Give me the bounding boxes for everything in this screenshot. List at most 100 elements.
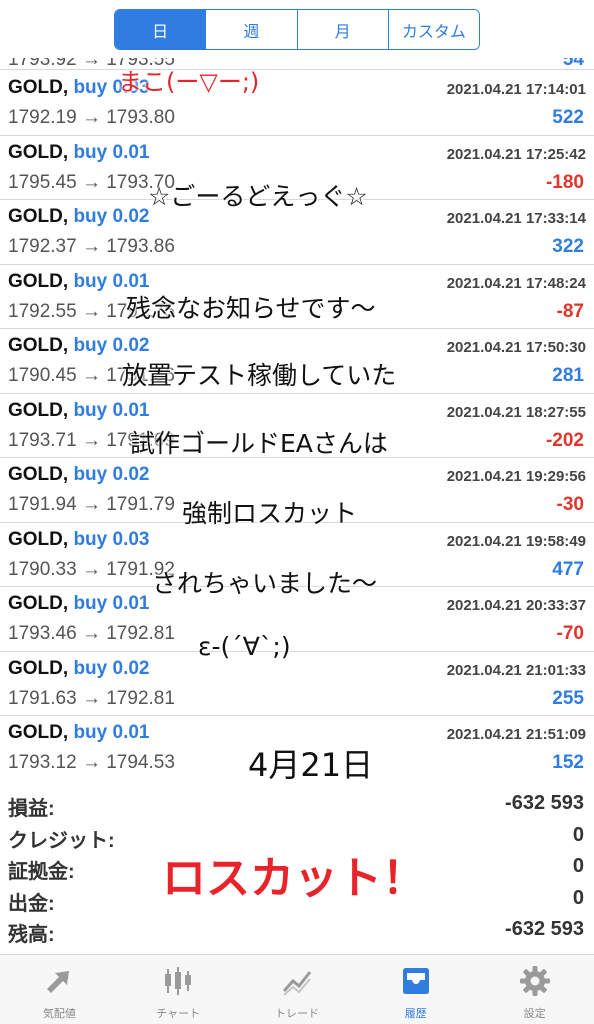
deal-title: GOLD, buy 0.01	[8, 722, 150, 744]
deal-title: GOLD, buy 0.02	[8, 658, 150, 680]
deal-symbol: GOLD,	[8, 528, 69, 550]
tab-label: 履歴	[404, 1008, 427, 1020]
deal-symbol: GOLD,	[8, 657, 69, 679]
deal-symbol: GOLD,	[8, 206, 69, 227]
tab-quotes[interactable]: 気配値	[0, 955, 119, 1024]
deal-title: GOLD, buy 0.01	[8, 142, 150, 164]
period-month-button[interactable]: 月	[297, 10, 389, 49]
summary-label: 残高:	[8, 924, 55, 946]
deal-symbol: GOLD,	[8, 270, 69, 292]
deal-time: 2021.04.21 20:33:37	[446, 597, 586, 614]
deal-title: GOLD, buy 0.01	[8, 400, 150, 422]
summary-label: 損益:	[8, 798, 55, 820]
summary-row-balance: 残高: -632 593	[0, 914, 594, 946]
handwritten-date: 4月21日	[248, 746, 374, 784]
deal-prices: 1792.19 → 1793.80	[8, 107, 175, 128]
deal-time: 2021.04.21 19:29:56	[446, 468, 586, 485]
deal-prices: 1793.12 → 1794.53	[8, 752, 175, 773]
deal-time: 2021.04.21 21:01:33	[446, 661, 586, 679]
handwritten-title: ☆ごーるどえっぐ☆	[148, 182, 368, 211]
deal-profit: -180	[545, 171, 584, 193]
deal-title: GOLD, buy 0.01	[8, 593, 150, 615]
handwritten-note: 残念なお知らせです〜	[126, 294, 376, 323]
deal-profit: -87	[556, 300, 584, 322]
deal-time: 2021.04.21 18:27:55	[446, 403, 586, 421]
deal-prices: 1790.33 → 1791.92	[8, 558, 175, 580]
handwritten-note: 放置テスト稼働していた	[122, 361, 397, 390]
period-segmented-control: 日 週 月 カスタム	[114, 9, 480, 50]
tab-settings[interactable]: 設定	[475, 955, 594, 1024]
deal-title: GOLD, buy 0.03	[8, 529, 150, 551]
deal-action: buy 0.01	[73, 141, 150, 163]
deal-time: 2021.04.21 17:50:30	[446, 339, 586, 356]
deal-action: buy 0.01	[73, 593, 150, 614]
summary-value: 0	[572, 886, 584, 909]
deal-prices: 1793.46 → 1792.81	[8, 623, 175, 644]
summary-label: クレジット:	[8, 829, 115, 852]
settings-icon	[519, 966, 550, 996]
tab-label: 設定	[523, 1008, 546, 1020]
quotes-icon	[47, 971, 70, 993]
period-header: 日 週 月 カスタム	[0, 0, 594, 58]
trade-icon	[282, 971, 312, 996]
deal-action: buy 0.01	[73, 399, 150, 421]
deal-symbol: GOLD,	[8, 593, 69, 614]
deal-symbol: GOLD,	[8, 399, 69, 421]
deal-row[interactable]: GOLD, buy 0.02 2021.04.21 21:01:33 1791.…	[0, 652, 594, 716]
deal-title: GOLD, buy 0.02	[8, 335, 150, 357]
deal-profit: -70	[556, 623, 584, 644]
deal-symbol: GOLD,	[8, 722, 69, 743]
handwritten-note: されちゃいました〜	[152, 569, 378, 598]
handwritten-note: 試作ゴールドEAさんは	[130, 429, 388, 458]
deal-prices: 1791.94 → 1791.79	[8, 494, 175, 515]
deal-profit: -30	[556, 494, 584, 515]
summary-value: -632 593	[505, 792, 584, 814]
tab-label: 気配値	[42, 1008, 76, 1020]
handwritten-emoticon: ε-(´∀`;)	[198, 632, 291, 661]
deal-action: buy 0.03	[73, 528, 150, 550]
period-week-button[interactable]: 週	[206, 10, 298, 49]
deal-time: 2021.04.21 21:51:09	[446, 726, 586, 743]
period-custom-button[interactable]: カスタム	[388, 10, 479, 49]
deal-profit: 54	[562, 58, 584, 70]
deal-profit: 522	[552, 107, 584, 128]
tab-trade[interactable]: トレード	[238, 955, 357, 1024]
chart-icon	[165, 967, 192, 995]
deal-symbol: GOLD,	[8, 335, 69, 356]
summary-value: 0	[572, 855, 584, 877]
deal-time: 2021.04.21 17:48:24	[446, 274, 586, 292]
summary-value: -632 593	[505, 918, 584, 940]
handwritten-note: 強制ロスカット	[182, 499, 358, 528]
deal-time: 2021.04.21 17:25:42	[446, 145, 586, 163]
tab-label: チャート	[156, 1008, 201, 1020]
deal-action: buy 0.02	[73, 464, 150, 485]
partial-deal-row[interactable]: 1793.92 → 1793.55 54	[0, 58, 594, 70]
tab-chart[interactable]: チャート	[119, 955, 238, 1024]
deal-profit: -202	[545, 429, 584, 451]
deal-profit: 281	[552, 365, 584, 386]
deal-symbol: GOLD,	[8, 464, 69, 485]
deal-action: buy 0.01	[73, 722, 150, 743]
deal-time: 2021.04.21 17:33:14	[446, 210, 586, 227]
deal-profit: 152	[552, 752, 584, 773]
deal-symbol: GOLD,	[8, 77, 69, 98]
summary-row-profit: 損益: -632 593	[0, 788, 594, 820]
period-day-button[interactable]: 日	[115, 10, 207, 49]
deal-title: GOLD, buy 0.02	[8, 206, 150, 228]
summary-label: 証拠金:	[8, 861, 75, 883]
deal-title: GOLD, buy 0.02	[8, 464, 150, 486]
deal-symbol: GOLD,	[8, 141, 69, 163]
summary-label: 出金:	[8, 892, 55, 915]
handwritten-emoticon: まこ(ー▽ー;)	[118, 68, 260, 96]
handwritten-stopout: ロスカット！	[162, 853, 426, 904]
deal-action: buy 0.02	[73, 657, 150, 679]
deal-action: buy 0.02	[73, 335, 150, 356]
deal-time: 2021.04.21 17:14:01	[446, 81, 586, 98]
deal-action: buy 0.02	[73, 206, 150, 227]
deal-row[interactable]: GOLD, buy 0.03 2021.04.21 17:14:01 1792.…	[0, 71, 594, 136]
summary-value: 0	[572, 823, 584, 846]
tab-history[interactable]: 履歴	[356, 955, 475, 1024]
deal-profit: 322	[552, 236, 584, 257]
deal-profit: 255	[552, 687, 584, 709]
deal-time: 2021.04.21 19:58:49	[446, 532, 586, 550]
